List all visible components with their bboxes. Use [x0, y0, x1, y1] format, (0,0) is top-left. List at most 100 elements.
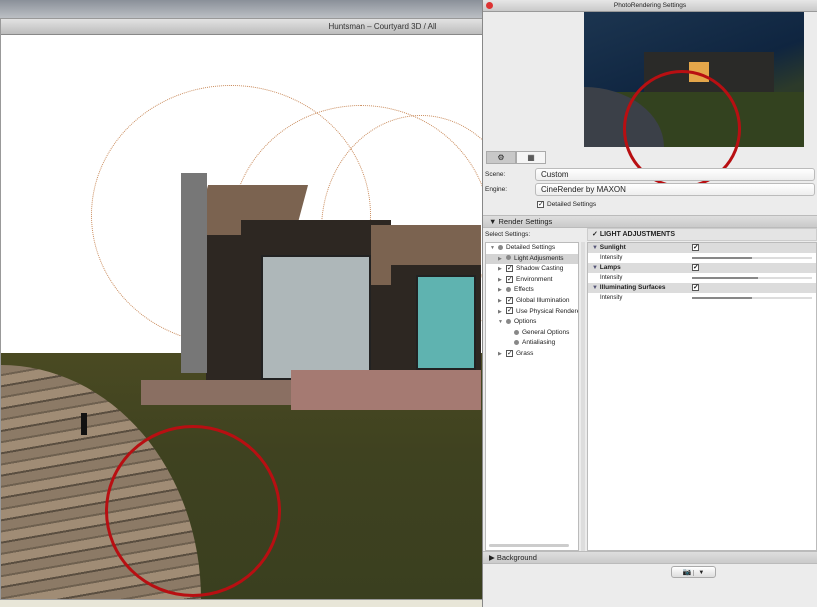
group-name: Illuminating Surfaces	[599, 284, 666, 291]
terrace	[291, 370, 481, 410]
disclosure-icon[interactable]: ▶	[498, 349, 506, 360]
render-menu-icon[interactable]: ▼	[693, 570, 705, 576]
checkbox-icon[interactable]: ✓	[506, 307, 513, 315]
slider-fill	[692, 277, 758, 279]
tree-item-label: Global Illumination	[516, 296, 570, 304]
slider-fill	[692, 257, 752, 259]
tree-item[interactable]: ▶ ✓ Global Illumination	[486, 296, 578, 307]
highlight-circle	[105, 425, 281, 597]
tree-item-label: Light Adjusments	[514, 254, 564, 262]
tree-item-label: Effects	[514, 286, 534, 294]
tab-size[interactable]: ▦	[516, 151, 546, 164]
status-dot-icon	[514, 329, 519, 335]
tree-item[interactable]: General Options	[486, 328, 578, 339]
detailed-settings-label: Detailed Settings	[547, 201, 597, 209]
checkbox-icon[interactable]: ✓	[506, 349, 513, 357]
gear-icon: ⚙	[497, 153, 505, 162]
checkbox-icon[interactable]: ✓	[506, 275, 513, 283]
disclosure-icon[interactable]: ▶	[498, 296, 506, 307]
patio	[141, 380, 311, 405]
collapse-icon[interactable]: ▼	[592, 265, 598, 271]
param-row: Intensity	[588, 293, 816, 303]
checkbox-icon[interactable]: ✓	[506, 264, 513, 272]
intensity-slider[interactable]	[692, 277, 812, 279]
background-header[interactable]: ▶ Background	[483, 551, 817, 564]
photorendering-palette: PhotoRendering Settings ⚙ ▦ Scene: Custo…	[482, 0, 817, 607]
slider-fill	[692, 297, 752, 299]
tree-item-label: Environment	[516, 275, 553, 283]
tree-item[interactable]: ▶ ✓ Environment	[486, 275, 578, 286]
chimney	[181, 173, 207, 373]
checkbox-icon: ✓	[537, 201, 544, 208]
param-label: Intensity	[600, 255, 623, 261]
status-dot-icon	[498, 244, 503, 250]
window	[261, 255, 371, 380]
splitter[interactable]	[581, 242, 585, 551]
tab-settings[interactable]: ⚙	[486, 151, 516, 164]
detailed-settings-checkbox[interactable]: ✓ Detailed Settings	[537, 201, 596, 208]
tree-item-label: Use Physical Renderer	[516, 307, 578, 315]
group-checkbox[interactable]: ✓	[692, 264, 699, 271]
tree-item[interactable]: ▶ ✓ Use Physical Renderer	[486, 307, 578, 318]
render-settings-header[interactable]: ▼ Render Settings	[483, 215, 817, 228]
background-label: Background	[496, 553, 537, 562]
scene-select[interactable]: Custom	[535, 168, 815, 181]
tree-item[interactable]: ▶ ✓ Shadow Casting	[486, 264, 578, 275]
scene-label: Scene:	[485, 171, 506, 178]
tree-item[interactable]: ▶ ✓ Grass	[486, 349, 578, 360]
tree-item-label: Detailed Settings	[506, 244, 556, 251]
param-label: Intensity	[600, 295, 623, 301]
status-dot-icon	[514, 340, 519, 346]
disclosure-icon[interactable]: ▶	[498, 285, 506, 296]
tree-item[interactable]: ▶ Light Adjusments	[486, 253, 578, 265]
collapse-icon[interactable]: ▼	[592, 245, 598, 251]
tree-item[interactable]: Antialiasing	[486, 338, 578, 349]
palette-title: PhotoRendering Settings	[483, 0, 817, 12]
group-name: Lamps	[599, 264, 621, 271]
engine-select[interactable]: CineRender by MAXON	[535, 183, 815, 196]
disclosure-icon[interactable]: ▼	[498, 317, 506, 328]
param-label: Intensity	[600, 275, 623, 281]
camera-icon: 📷	[682, 569, 692, 576]
intensity-slider[interactable]	[692, 257, 812, 259]
tree-item-label: Grass	[516, 349, 534, 357]
collapse-icon[interactable]: ▼	[592, 285, 598, 291]
group-name: Sunlight	[599, 244, 626, 251]
tree-item[interactable]: ▼ Options	[486, 317, 578, 328]
tree-item[interactable]: ▶ Effects	[486, 285, 578, 296]
bollard-light	[81, 413, 87, 435]
tree-item-label: Options	[514, 318, 537, 326]
group-checkbox[interactable]: ✓	[692, 284, 699, 291]
select-settings-label: Select Settings:	[485, 231, 531, 238]
tree-item-label: Antialiasing	[522, 339, 556, 347]
group-header[interactable]: ▼ Sunlight ✓	[588, 243, 816, 253]
tree-item-label: General Options	[522, 328, 570, 336]
render-settings-label: Render Settings	[498, 217, 553, 226]
disclosure-icon[interactable]: ▶	[498, 275, 506, 286]
section-header: ✓ LIGHT ADJUSTMENTS	[587, 228, 817, 241]
group-header[interactable]: ▼ Illuminating Surfaces ✓	[588, 283, 816, 293]
status-dot-icon	[506, 287, 511, 293]
settings-tree[interactable]: ▼ Detailed Settings ▶ Light Adjusments ▶ ✓ Sha…	[485, 242, 579, 551]
status-dot-icon	[506, 318, 511, 324]
window	[416, 275, 476, 370]
status-dot-icon	[506, 255, 511, 261]
tree-scrollbar[interactable]	[489, 544, 569, 547]
disclosure-icon[interactable]: ▶	[498, 254, 506, 265]
disclosure-icon[interactable]: ▶	[498, 307, 506, 318]
render-button[interactable]: 📷 ▼	[671, 566, 716, 578]
section-title: LIGHT ADJUSTMENTS	[599, 231, 675, 238]
group-checkbox[interactable]: ✓	[692, 244, 699, 251]
param-row: Intensity	[588, 273, 816, 283]
close-button[interactable]	[486, 2, 493, 9]
settings-panel: ▼ Sunlight ✓ Intensity ▼ Lamps ✓ Intensity ▼ I…	[587, 242, 817, 551]
intensity-slider[interactable]	[692, 297, 812, 299]
group-header[interactable]: ▼ Lamps ✓	[588, 263, 816, 273]
checkbox-icon[interactable]: ✓	[506, 296, 513, 304]
param-row: Intensity	[588, 253, 816, 263]
tree-item-label: Shadow Casting	[516, 265, 564, 273]
tree-item[interactable]: ▼ Detailed Settings	[486, 243, 578, 254]
disclosure-icon[interactable]: ▼	[490, 243, 498, 254]
disclosure-icon[interactable]: ▶	[498, 264, 506, 275]
layout-icon: ▦	[527, 153, 535, 162]
